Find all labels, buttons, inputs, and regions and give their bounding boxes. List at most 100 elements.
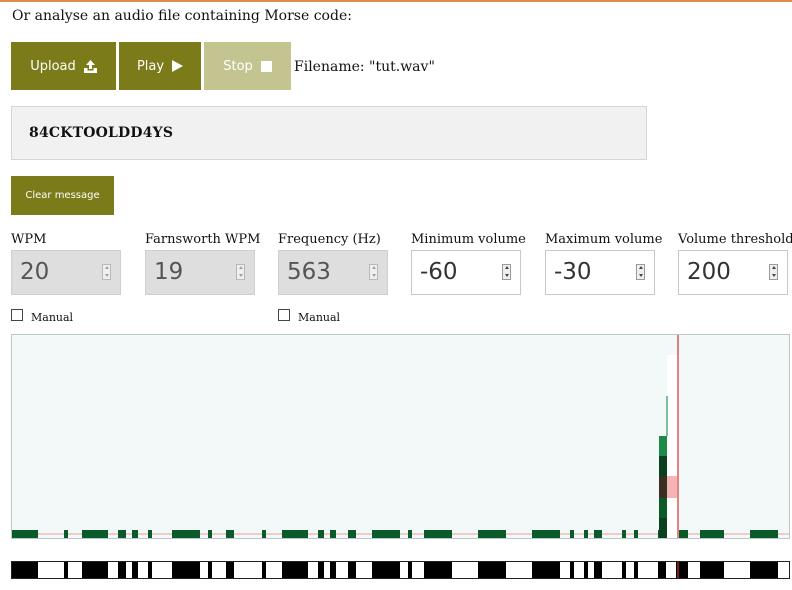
morse-mark bbox=[750, 562, 778, 578]
farnsworth-wpm-spinner[interactable] bbox=[236, 264, 245, 280]
spin-down-icon bbox=[370, 272, 377, 279]
stop-label: Stop bbox=[223, 58, 253, 74]
morse-mark bbox=[478, 562, 506, 578]
play-button[interactable]: Play bbox=[119, 42, 201, 90]
spin-down-icon bbox=[503, 272, 510, 279]
spin-down-icon bbox=[637, 272, 644, 279]
frequency-label: Frequency (Hz) bbox=[278, 232, 381, 247]
upload-icon bbox=[83, 59, 97, 73]
signal-block bbox=[622, 530, 626, 538]
signal-block bbox=[594, 530, 602, 538]
timeline-svg bbox=[12, 562, 778, 578]
max-volume-spinner[interactable] bbox=[636, 264, 645, 280]
wpm-value: 20 bbox=[20, 259, 50, 285]
morse-mark bbox=[148, 562, 152, 578]
morse-mark bbox=[172, 562, 200, 578]
morse-mark bbox=[594, 562, 602, 578]
wpm-input[interactable]: 20 bbox=[11, 250, 121, 295]
stop-button[interactable]: Stop bbox=[204, 42, 291, 90]
morse-mark bbox=[372, 562, 400, 578]
morse-mark bbox=[282, 562, 308, 578]
intro-text: Or analyse an audio file containing Mors… bbox=[12, 8, 352, 24]
frequency-input[interactable]: 563 bbox=[278, 250, 388, 295]
burst-segment bbox=[666, 396, 668, 436]
signal-block bbox=[750, 530, 778, 538]
morse-timeline bbox=[11, 561, 790, 579]
manual-frequency-checkbox[interactable] bbox=[278, 309, 290, 321]
morse-mark bbox=[262, 562, 266, 578]
stop-icon bbox=[260, 60, 272, 72]
wpm-label: WPM bbox=[11, 232, 47, 247]
wpm-spinner[interactable] bbox=[102, 264, 111, 280]
signal-block bbox=[172, 530, 200, 538]
spin-up-icon bbox=[637, 265, 644, 272]
spin-up-icon bbox=[237, 265, 244, 272]
frequency-spinner[interactable] bbox=[369, 264, 378, 280]
morse-mark bbox=[82, 562, 108, 578]
min-volume-spinner[interactable] bbox=[502, 264, 511, 280]
signal-block bbox=[700, 530, 724, 538]
manual-wpm-checkbox[interactable] bbox=[11, 309, 23, 321]
signal-block bbox=[424, 530, 452, 538]
morse-mark bbox=[348, 562, 356, 578]
morse-mark bbox=[408, 562, 412, 578]
signal-block bbox=[12, 530, 38, 538]
spin-up-icon bbox=[503, 265, 510, 272]
signal-block bbox=[408, 530, 412, 538]
farnsworth-wpm-label: Farnsworth WPM bbox=[145, 232, 261, 247]
signal-block bbox=[330, 530, 336, 538]
volume-threshold-input[interactable]: 200 bbox=[678, 250, 788, 295]
morse-mark bbox=[658, 562, 666, 578]
signal-block bbox=[584, 530, 588, 538]
max-volume-input[interactable]: -30 bbox=[545, 250, 655, 295]
volume-threshold-spinner[interactable] bbox=[769, 264, 778, 280]
min-volume-value: -60 bbox=[420, 259, 458, 285]
morse-mark bbox=[532, 562, 560, 578]
upload-button[interactable]: Upload bbox=[11, 42, 116, 90]
max-volume-label: Maximum volume bbox=[545, 232, 663, 247]
max-volume-value: -30 bbox=[554, 259, 592, 285]
min-volume-input[interactable]: -60 bbox=[411, 250, 521, 295]
min-volume-label: Minimum volume bbox=[411, 232, 526, 247]
signal-block bbox=[318, 530, 324, 538]
spectrogram-svg bbox=[12, 335, 789, 538]
filename-label: Filename: "tut.wav" bbox=[294, 59, 435, 75]
morse-mark bbox=[634, 562, 638, 578]
morse-mark bbox=[64, 562, 68, 578]
burst-segment bbox=[659, 476, 667, 498]
signal-block bbox=[148, 530, 152, 538]
signal-block bbox=[372, 530, 400, 538]
play-icon bbox=[172, 60, 184, 72]
morse-mark bbox=[226, 562, 234, 578]
morse-mark bbox=[622, 562, 626, 578]
farnsworth-wpm-value: 19 bbox=[154, 259, 184, 285]
top-accent-line bbox=[0, 0, 792, 2]
signal-block bbox=[132, 530, 138, 538]
morse-mark bbox=[12, 562, 38, 578]
signal-block bbox=[82, 530, 108, 538]
manual-frequency-label: Manual bbox=[298, 311, 341, 324]
frequency-value: 563 bbox=[287, 259, 331, 285]
spin-up-icon bbox=[370, 265, 377, 272]
clear-message-button[interactable]: Clear message bbox=[11, 176, 114, 215]
spectrogram-display[interactable] bbox=[11, 334, 790, 539]
signal-block bbox=[478, 530, 506, 538]
signal-block bbox=[532, 530, 560, 538]
play-label: Play bbox=[136, 58, 165, 74]
signal-block bbox=[262, 530, 266, 538]
burst-segment bbox=[659, 456, 667, 476]
volume-threshold-label: Volume threshold bbox=[678, 232, 792, 247]
burst-segment bbox=[659, 436, 667, 456]
spin-down-icon bbox=[103, 272, 110, 279]
upload-label: Upload bbox=[30, 58, 76, 74]
decoded-message-box: 84CKTOOLDD4YS bbox=[11, 106, 647, 160]
volume-threshold-value: 200 bbox=[687, 259, 731, 285]
farnsworth-wpm-input[interactable]: 19 bbox=[145, 250, 255, 295]
morse-mark bbox=[118, 562, 126, 578]
spin-up-icon bbox=[770, 265, 777, 272]
signal-block bbox=[282, 530, 308, 538]
morse-mark bbox=[318, 562, 324, 578]
signal-block bbox=[348, 530, 356, 538]
morse-mark bbox=[132, 562, 138, 578]
spin-up-icon bbox=[103, 265, 110, 272]
